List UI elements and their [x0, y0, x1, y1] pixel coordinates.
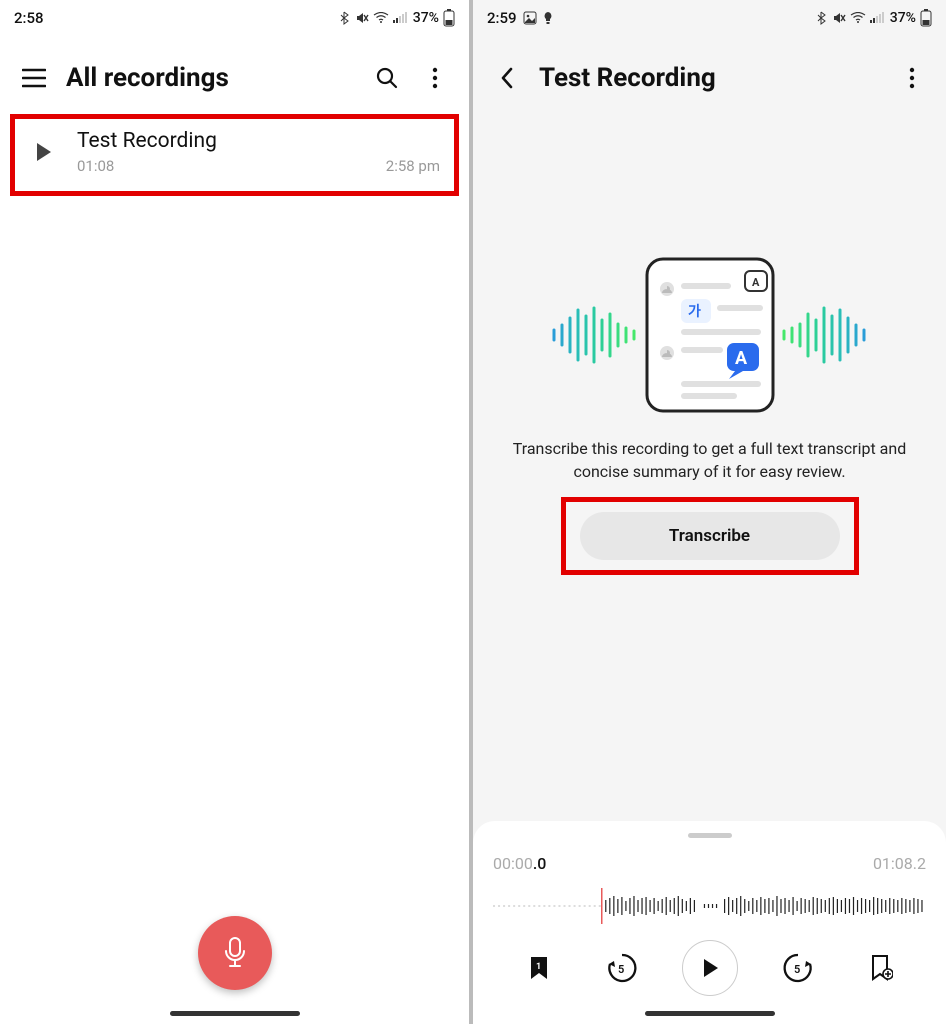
page-title: All recordings — [66, 63, 355, 93]
list-header: All recordings — [0, 36, 469, 114]
home-indicator[interactable] — [645, 1011, 775, 1016]
bluetooth-icon — [339, 11, 351, 25]
mute-icon — [832, 11, 846, 25]
transcribe-label: Transcribe — [669, 526, 750, 546]
current-time: 00:00.0 — [493, 856, 546, 872]
status-bar: 2:58 37% — [0, 0, 469, 36]
bookmark-button[interactable]: 1 — [516, 945, 562, 991]
record-button[interactable] — [198, 916, 272, 990]
bookmark-add-icon — [869, 954, 893, 982]
overflow-button[interactable] — [896, 62, 928, 94]
back-button[interactable] — [491, 62, 523, 94]
search-icon — [375, 66, 399, 90]
rewind-5-button[interactable]: 5 — [599, 945, 645, 991]
recording-highlight: Test Recording 01:08 2:58 pm — [10, 114, 459, 196]
svg-text:A: A — [735, 348, 748, 369]
image-notif-icon — [523, 11, 537, 25]
drag-handle[interactable] — [688, 833, 732, 838]
chevron-left-icon — [499, 66, 515, 90]
bulb-notif-icon — [543, 11, 553, 25]
add-bookmark-button[interactable] — [858, 945, 904, 991]
wifi-icon — [373, 12, 389, 24]
bluetooth-icon — [816, 11, 828, 25]
battery-icon — [443, 9, 455, 27]
screen-recordings-list: 2:58 37% All recordings Test Rec — [0, 0, 473, 1024]
status-time: 2:59 — [487, 9, 517, 27]
wifi-icon — [850, 12, 866, 24]
detail-header: Test Recording — [473, 36, 946, 114]
search-button[interactable] — [371, 62, 403, 94]
rewind-5-icon: 5 — [605, 951, 639, 985]
recording-item[interactable]: Test Recording 01:08 2:58 pm — [21, 129, 448, 175]
play-button[interactable] — [29, 141, 59, 163]
forward-5-button[interactable]: 5 — [775, 945, 821, 991]
recording-meta: Test Recording 01:08 2:58 pm — [77, 129, 440, 175]
transcribe-highlight: Transcribe — [561, 497, 859, 575]
transcribe-description: Transcribe this recording to get a full … — [500, 438, 920, 483]
status-battery: 37% — [413, 10, 439, 26]
signal-icon — [393, 12, 407, 24]
transcribe-illustration: A 가 A — [550, 250, 870, 420]
screen-recording-detail: 2:59 37% Test Recording — [473, 0, 946, 1024]
signal-icon — [870, 12, 884, 24]
status-icons: 37% — [816, 9, 932, 27]
play-icon — [700, 957, 720, 979]
bookmark-icon: 1 — [528, 955, 550, 981]
svg-text:5: 5 — [794, 963, 800, 976]
overflow-button[interactable] — [419, 62, 451, 94]
total-time: 01:08.2 — [873, 856, 926, 872]
transcribe-promo: A 가 A Tra — [473, 114, 946, 821]
waveform-scrubber[interactable] — [493, 886, 926, 926]
recording-duration: 01:08 — [77, 157, 114, 175]
status-bar: 2:59 37% — [473, 0, 946, 36]
play-icon — [35, 141, 53, 163]
player-panel: 00:00.0 01:08.2 1 5 — [473, 821, 946, 1024]
svg-text:1: 1 — [536, 962, 541, 972]
more-vert-icon — [432, 67, 438, 89]
svg-text:5: 5 — [618, 963, 624, 976]
status-battery: 37% — [890, 10, 916, 26]
more-vert-icon — [909, 67, 915, 89]
forward-5-icon: 5 — [781, 951, 815, 985]
mic-icon — [220, 936, 250, 970]
detail-title: Test Recording — [539, 63, 880, 93]
status-time: 2:58 — [14, 9, 44, 27]
mute-icon — [355, 11, 369, 25]
transcribe-button[interactable]: Transcribe — [580, 512, 840, 560]
menu-button[interactable] — [18, 62, 50, 94]
recording-timestamp: 2:58 pm — [386, 157, 440, 175]
recording-title: Test Recording — [77, 129, 440, 153]
play-pause-button[interactable] — [682, 940, 738, 996]
home-indicator[interactable] — [170, 1011, 300, 1016]
hamburger-icon — [22, 68, 46, 88]
status-icons: 37% — [339, 9, 455, 27]
svg-text:가: 가 — [688, 304, 701, 320]
svg-text:A: A — [752, 276, 760, 289]
battery-icon — [920, 9, 932, 27]
